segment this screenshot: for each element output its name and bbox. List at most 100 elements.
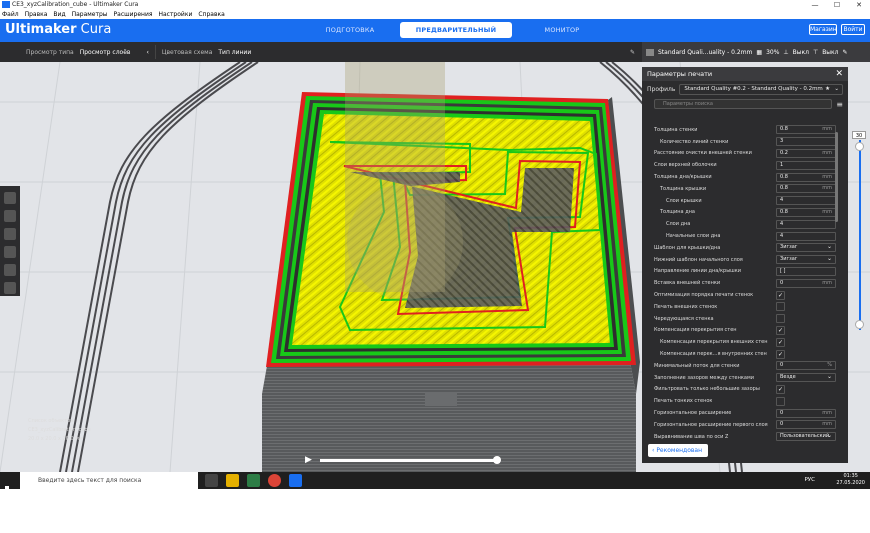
setting-label: Чередующаяся стенка [654, 315, 714, 322]
setting-label: Печать внешних стенок [654, 303, 718, 310]
setting-row: Фильтровать только небольшие зазоры ✓ [654, 384, 836, 396]
setting-checkbox[interactable] [776, 302, 785, 312]
menu-view[interactable]: Вид [53, 10, 65, 19]
profile-select[interactable]: Standard Quality #0.2 - Standard Quality… [679, 83, 843, 95]
tab-prepare[interactable]: ПОДГОТОВКА [300, 22, 400, 38]
menu-edit[interactable]: Правка [25, 10, 48, 19]
path-slider-handle[interactable] [493, 456, 501, 464]
layer-number[interactable]: 30 [852, 131, 866, 139]
setting-checkbox[interactable] [776, 314, 785, 324]
setting-value-input[interactable]: 0% [776, 361, 836, 371]
system-clock[interactable]: 01:35 27.05.2020 [836, 472, 865, 487]
setting-value-input[interactable]: 0.8 mm [776, 125, 836, 135]
file-explorer-icon[interactable] [226, 474, 239, 487]
marketplace-button[interactable]: Магазин [809, 24, 837, 35]
object-dims: 20.0 x 20.0 x 20.0 мм [28, 436, 83, 442]
setting-label: Количество линий стенки [660, 138, 729, 145]
setting-label: Компенсация перекрытия стен [654, 327, 737, 334]
support-blocker-icon[interactable] [4, 282, 16, 294]
close-window-button[interactable]: ✕ [848, 0, 870, 10]
object-list-header[interactable]: Список объектов [28, 418, 91, 427]
nozzle-ghost-circle [347, 184, 463, 300]
menu-icon[interactable]: ≡ [836, 100, 843, 109]
setting-checkbox[interactable] [776, 396, 785, 406]
setting-label: Компенсация перек...я внутренних стен [660, 351, 767, 358]
setting-row: Шаблон для крышки/дна Зигзаг [654, 242, 836, 254]
menu-help[interactable]: Справка [198, 10, 224, 19]
print-setup-summary[interactable]: Standard Quali...uality - 0.2mm ▦ 30% ⊥ … [642, 42, 870, 62]
layer-slider[interactable] [855, 140, 864, 330]
window-title: CE3_xyzCalibration_cube - Ultimaker Cura [12, 1, 139, 8]
star-icon[interactable]: ★ [825, 85, 830, 94]
setting-value-input[interactable]: 0.2 mm [776, 148, 836, 158]
recommended-button[interactable]: ‹ Рекомендован [648, 444, 708, 457]
cura-taskbar-icon[interactable] [289, 474, 302, 487]
setting-dropdown[interactable]: Пользовательский [776, 432, 836, 442]
menu-extensions[interactable]: Расширения [114, 10, 153, 19]
print-profile-icon [646, 48, 654, 56]
profile-summary: Standard Quali...uality - 0.2mm [658, 48, 753, 56]
setting-value-input[interactable]: [ ] [776, 266, 836, 276]
setting-checkbox[interactable]: ✓ [776, 349, 785, 359]
setting-label: Слои дна [666, 221, 691, 228]
setting-value-input[interactable]: 0.8 mm [776, 172, 836, 182]
scale-tool-icon[interactable] [4, 210, 16, 222]
menu-file[interactable]: Файл [2, 10, 19, 19]
signin-button[interactable]: Войти [841, 24, 865, 35]
setting-dropdown[interactable]: Зигзаг [776, 243, 836, 253]
setting-value-input[interactable]: 0 mm [776, 408, 836, 418]
mirror-tool-icon[interactable] [4, 246, 16, 258]
setting-value-input[interactable]: 4 [776, 219, 836, 229]
path-slider[interactable] [320, 456, 501, 464]
settings-search-input[interactable]: Параметры поиска [654, 99, 833, 109]
view-options: Просмотр типа Просмотр слоёв ‹ Цветовая … [0, 42, 635, 62]
setting-value-input[interactable]: 0 mm [776, 278, 836, 288]
store-icon[interactable] [247, 474, 260, 487]
chevron-left-icon[interactable]: ‹ [130, 49, 148, 56]
pencil-icon[interactable]: ✎ [843, 49, 848, 56]
minimize-button[interactable]: — [804, 0, 826, 10]
setting-value-input[interactable]: 1 [776, 160, 836, 170]
per-model-settings-icon[interactable] [4, 264, 16, 276]
settings-scrollbar[interactable] [835, 132, 838, 222]
play-icon[interactable]: ▶ [305, 455, 312, 465]
menu-preferences[interactable]: Настройки [158, 10, 192, 19]
setting-row: Печать внешних стенок [654, 301, 836, 313]
setting-dropdown[interactable]: Зигзаг [776, 255, 836, 265]
maximize-button[interactable]: ☐ [826, 0, 848, 10]
setting-value-input[interactable]: 0 mm [776, 420, 836, 430]
setting-value-input[interactable]: 0.8 mm [776, 207, 836, 217]
tab-monitor[interactable]: МОНИТОР [512, 22, 612, 38]
setting-row: Направление линии дна/крышки [ ] [654, 266, 836, 278]
support-value: Выкл [792, 48, 809, 56]
tray-language[interactable]: РУС [804, 477, 815, 483]
windows-start-icon[interactable] [5, 476, 14, 528]
tab-preview[interactable]: ПРЕДВАРИТЕЛЬНЫЙ ПРОСМОТР [400, 22, 512, 50]
setting-value-input[interactable]: 3 [776, 137, 836, 147]
chrome-icon[interactable] [268, 474, 281, 487]
setting-checkbox[interactable]: ✓ [776, 325, 785, 335]
menu-settings[interactable]: Параметры [72, 10, 108, 19]
rotate-tool-icon[interactable] [4, 228, 16, 240]
view-type-select[interactable]: Просмотр слоёв [74, 49, 131, 56]
object-name[interactable]: CE3_xyzCalibration_cube [28, 427, 91, 436]
setting-dropdown[interactable]: Везде [776, 373, 836, 383]
setting-checkbox[interactable]: ✓ [776, 337, 785, 347]
app-logo: Ultimaker Cura [5, 22, 112, 37]
setting-value-input[interactable]: 4 [776, 196, 836, 206]
setting-value-input[interactable]: 0.8 mm [776, 184, 836, 194]
task-view-icon[interactable] [205, 474, 218, 487]
setting-checkbox[interactable]: ✓ [776, 384, 785, 394]
taskbar-search-input[interactable]: Введите здесь текст для поиска [20, 472, 198, 489]
pencil-icon[interactable]: ✎ [630, 49, 635, 56]
setting-checkbox[interactable]: ✓ [776, 290, 785, 300]
view-toolbar: Просмотр типа Просмотр слоёв ‹ Цветовая … [0, 42, 870, 62]
setting-label: Толщина дна [660, 209, 695, 216]
layer-lower-handle[interactable] [855, 320, 864, 329]
setting-value-input[interactable]: 4 [776, 231, 836, 241]
color-scheme-select[interactable]: Тип линии [212, 49, 251, 56]
toolbar-divider [154, 45, 156, 59]
move-tool-icon[interactable] [4, 192, 16, 204]
layer-upper-handle[interactable] [855, 142, 864, 151]
close-icon[interactable]: ✕ [835, 67, 843, 81]
